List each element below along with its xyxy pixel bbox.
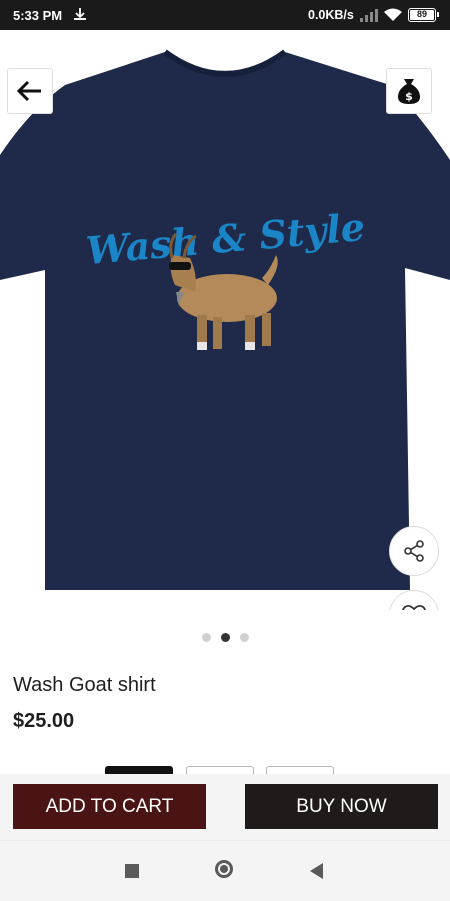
wifi-icon [384,8,402,21]
network-speed: 0.0KB/s [308,8,354,22]
recent-apps-icon[interactable] [125,864,139,878]
battery-icon: 89 [408,8,439,22]
share-button[interactable] [389,526,439,576]
signal-icon [360,9,378,22]
variant-option[interactable] [266,766,334,774]
system-nav-bar [0,840,450,901]
variant-option-selected[interactable] [105,766,173,774]
carousel-dot[interactable] [240,633,249,642]
buy-now-button[interactable]: BUY NOW [245,784,438,829]
home-icon[interactable] [215,860,233,878]
heart-icon [402,604,426,610]
share-icon [404,540,424,562]
product-title: Wash Goat shirt [13,674,156,696]
action-bar: ADD TO CART BUY NOW [0,774,450,840]
product-price: $25.00 [13,710,75,732]
download-icon [74,8,86,20]
carousel-indicator [0,631,450,643]
status-time: 5:33 PM [13,8,63,23]
money-bag-icon: $ [398,79,420,104]
status-bar: 5:33 PM 0.0KB/s 89 [0,0,450,30]
carousel-dot[interactable] [202,633,211,642]
arrow-left-icon [17,80,41,102]
add-to-cart-button[interactable]: ADD TO CART [13,784,206,829]
back-triangle-icon[interactable] [310,863,323,879]
product-image-carousel[interactable]: Wash & Style $ [0,30,450,610]
svg-text:$: $ [405,90,413,103]
battery-level: 89 [410,10,434,20]
money-bag-button[interactable]: $ [386,68,432,114]
shirt-image: Wash & Style [0,49,450,590]
variant-selector [0,766,450,774]
back-button[interactable] [7,68,53,114]
carousel-dot-active[interactable] [221,633,230,642]
variant-option[interactable] [186,766,254,774]
